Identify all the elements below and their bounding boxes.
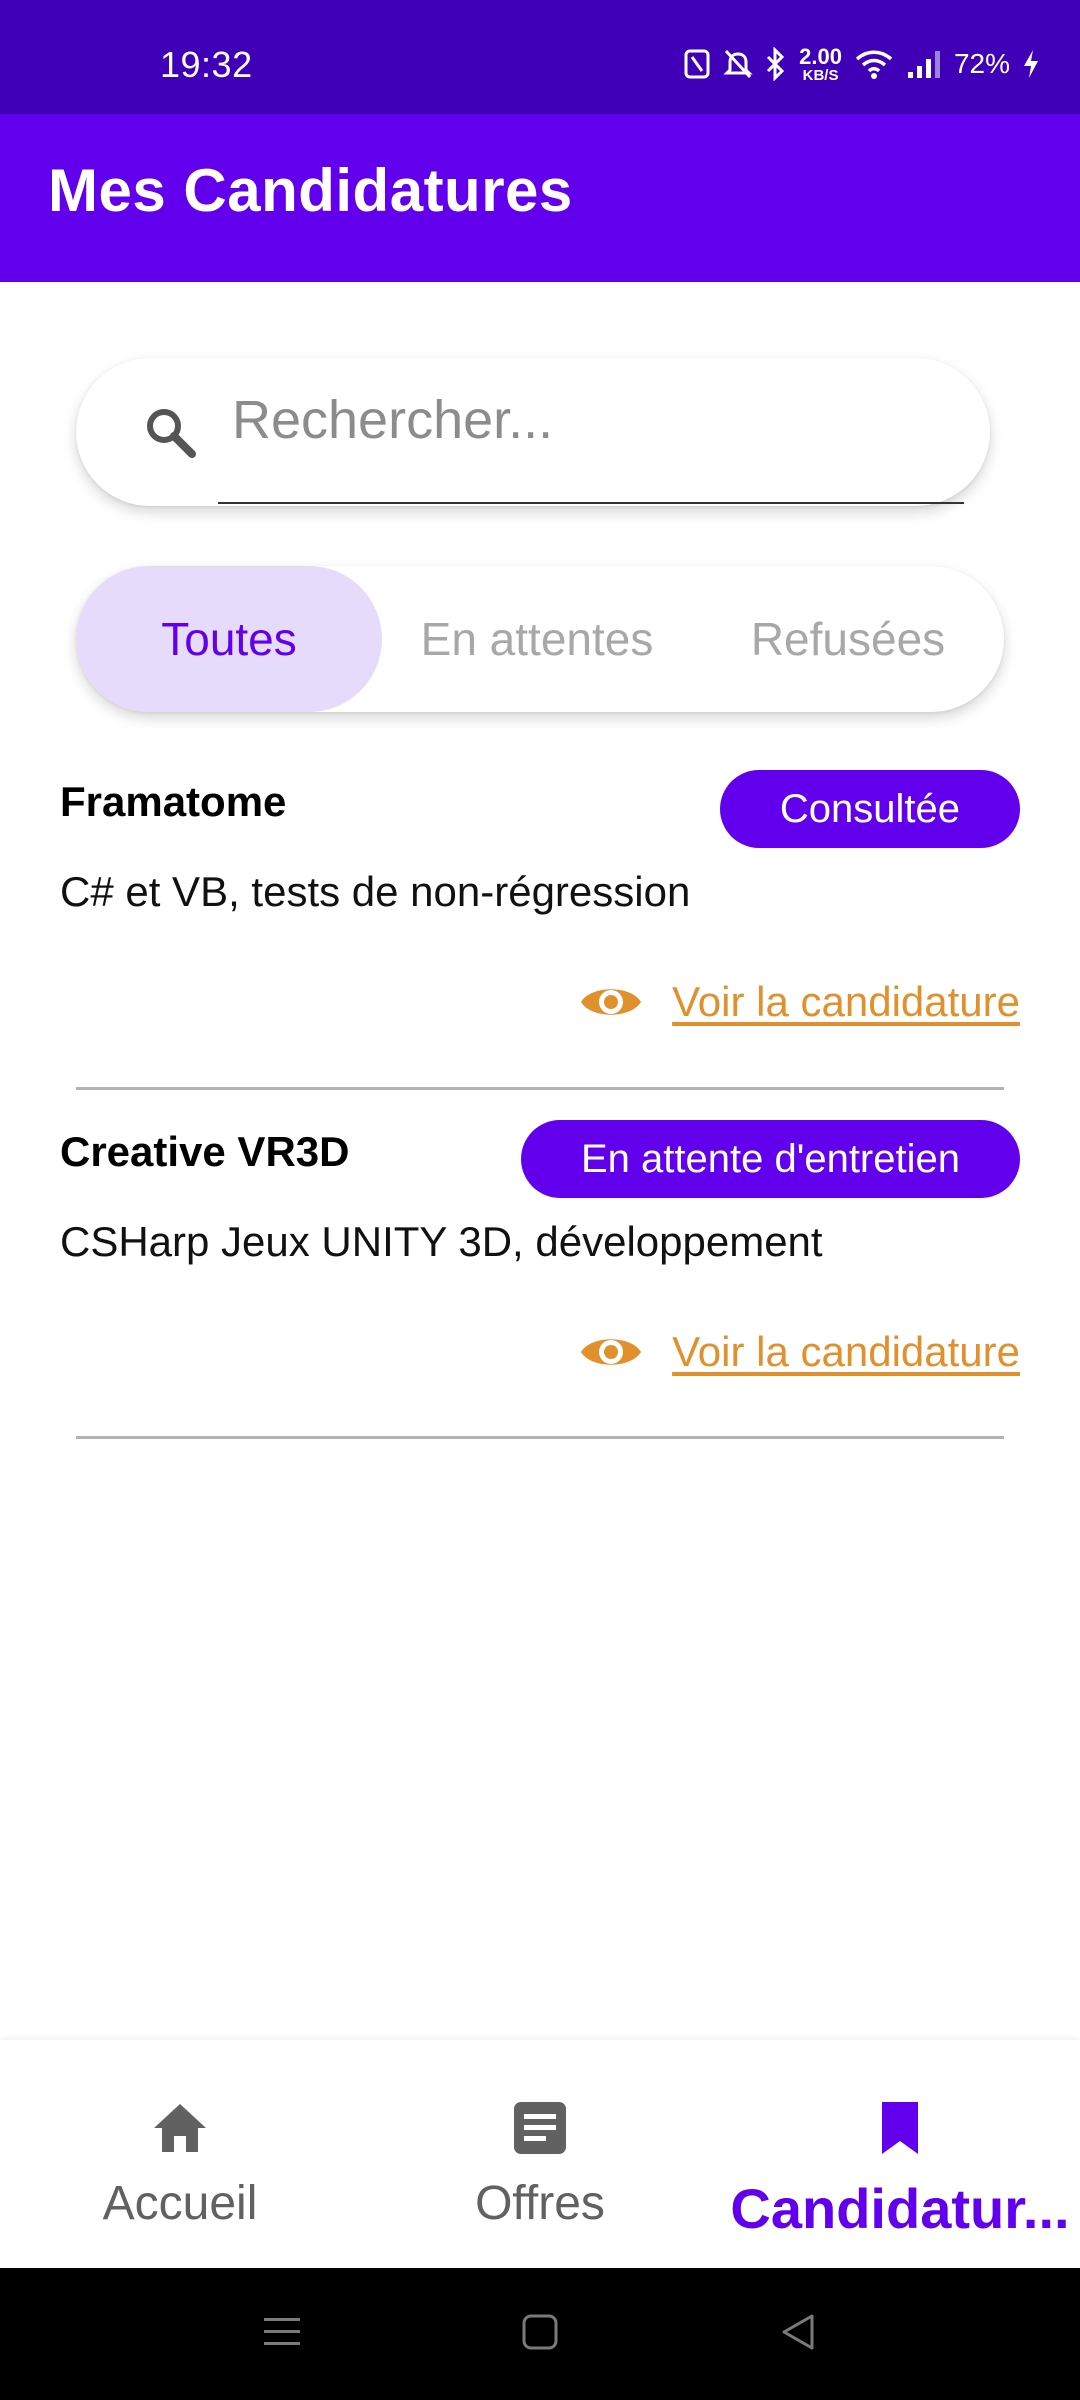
search-input[interactable] <box>218 378 964 462</box>
nav-item-offres[interactable]: Offres <box>390 2040 690 2268</box>
app-bar: Mes Candidatures <box>0 114 1080 282</box>
page-title: Mes Candidatures <box>48 157 573 224</box>
view-application-label[interactable]: Voir la candidature <box>672 1328 1020 1376</box>
company-name: Framatome <box>60 778 287 825</box>
net-speed-unit: KB/S <box>802 66 839 84</box>
bell-off-icon <box>723 48 753 80</box>
search-underline <box>218 502 964 504</box>
home-icon <box>150 2092 210 2164</box>
article-icon <box>512 2092 568 2164</box>
nav-label: Candidatur... <box>730 2177 1070 2240</box>
eye-icon <box>578 1329 644 1375</box>
view-application-link[interactable]: Voir la candidature <box>578 1328 1020 1376</box>
status-bar: 19:32 2.00 KB/S 72% <box>0 0 1080 114</box>
battery-level: 72% <box>953 48 1010 79</box>
status-icons: 2.00 KB/S 72% <box>683 44 1040 84</box>
bookmark-icon <box>878 2092 922 2164</box>
status-badge: En attente d'entretien <box>520 1120 1020 1198</box>
eye-icon <box>578 979 644 1025</box>
bottom-navigation: Accueil Offres Candidatur... <box>0 2040 1080 2268</box>
charging-icon <box>1022 49 1040 79</box>
tab-toutes[interactable]: Toutes <box>76 566 382 712</box>
application-item: Creative VR3D En attente d'entretien CSH… <box>60 1120 1020 1440</box>
recents-button[interactable] <box>262 2310 302 2359</box>
system-navigation-bar <box>0 2268 1080 2400</box>
bluetooth-icon <box>765 47 787 81</box>
company-name: Creative VR3D <box>60 1128 350 1175</box>
job-description: C# et VB, tests de non-régression <box>60 868 691 915</box>
home-button[interactable] <box>520 2310 560 2359</box>
net-speed: 2.00 KB/S <box>799 43 842 84</box>
view-application-label[interactable]: Voir la candidature <box>672 978 1020 1026</box>
search-bar[interactable] <box>76 358 990 506</box>
nav-label: Offres <box>475 2177 605 2230</box>
divider <box>76 1436 1004 1439</box>
filter-tabs: Toutes En attentes Refusées <box>76 566 1004 712</box>
status-time: 19:32 <box>160 44 253 85</box>
nav-label: Accueil <box>102 2177 258 2230</box>
wifi-icon <box>854 48 894 80</box>
divider <box>76 1087 1004 1090</box>
net-speed-value: 2.00 <box>799 43 842 69</box>
job-description: CSHarp Jeux UNITY 3D, développement <box>60 1218 823 1265</box>
application-item: Framatome Consultée C# et VB, tests de n… <box>60 770 1020 1090</box>
view-application-link[interactable]: Voir la candidature <box>578 978 1020 1026</box>
tab-refusees[interactable]: Refusées <box>692 566 1004 712</box>
search-icon <box>140 402 200 467</box>
nav-item-accueil[interactable]: Accueil <box>30 2040 330 2268</box>
nfc-icon <box>683 48 711 80</box>
status-badge: Consultée <box>719 770 1020 848</box>
signal-icon <box>906 48 942 80</box>
tab-en-attentes[interactable]: En attentes <box>382 566 692 712</box>
back-button[interactable] <box>778 2310 818 2359</box>
nav-item-candidatures[interactable]: Candidatur... <box>720 2040 1080 2268</box>
